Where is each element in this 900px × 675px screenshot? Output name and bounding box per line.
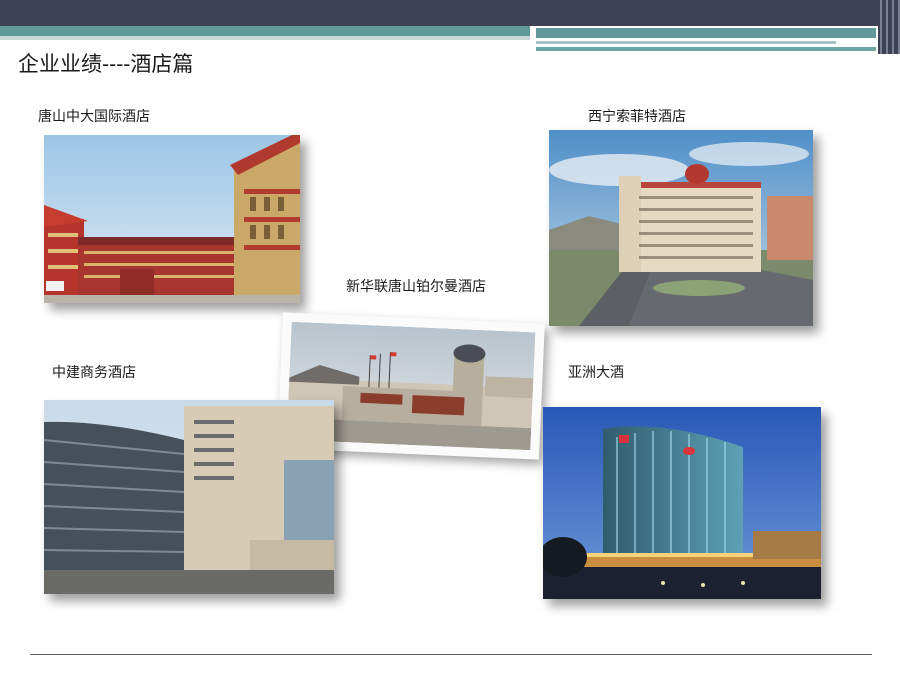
header-right-line-3: [536, 47, 876, 51]
slide: 企业业绩----酒店篇 唐山中大国际酒店 西宁索菲特酒店 新华联唐山铂尔曼酒店 …: [0, 0, 900, 675]
hotel-label-zhongjian: 中建商务酒店: [52, 365, 136, 381]
header-right-line-2: [536, 41, 836, 44]
header-stripes: [878, 0, 900, 54]
hotel-label-xining-sofitel: 西宁索菲特酒店: [588, 109, 686, 125]
header-bar: [0, 0, 900, 26]
footer-divider: [30, 654, 872, 655]
hotel-photo-zhongjian: [44, 400, 334, 594]
hotel-label-pullman-tangshan: 新华联唐山铂尔曼酒店: [346, 279, 486, 295]
header-accent-line: [0, 36, 530, 40]
hotel-label-asia: 亚洲大酒: [568, 365, 624, 381]
slide-title: 企业业绩----酒店篇: [18, 52, 194, 76]
hotel-photo-xining-sofitel: [549, 130, 813, 326]
hotel-photo-asia: [543, 407, 821, 599]
header-right-line-1: [536, 28, 876, 38]
hotel-photo-tangshan-zhongda: [44, 135, 300, 303]
header-accent-bar: [0, 26, 530, 36]
hotel-label-tangshan-zhongda: 唐山中大国际酒店: [38, 109, 150, 125]
